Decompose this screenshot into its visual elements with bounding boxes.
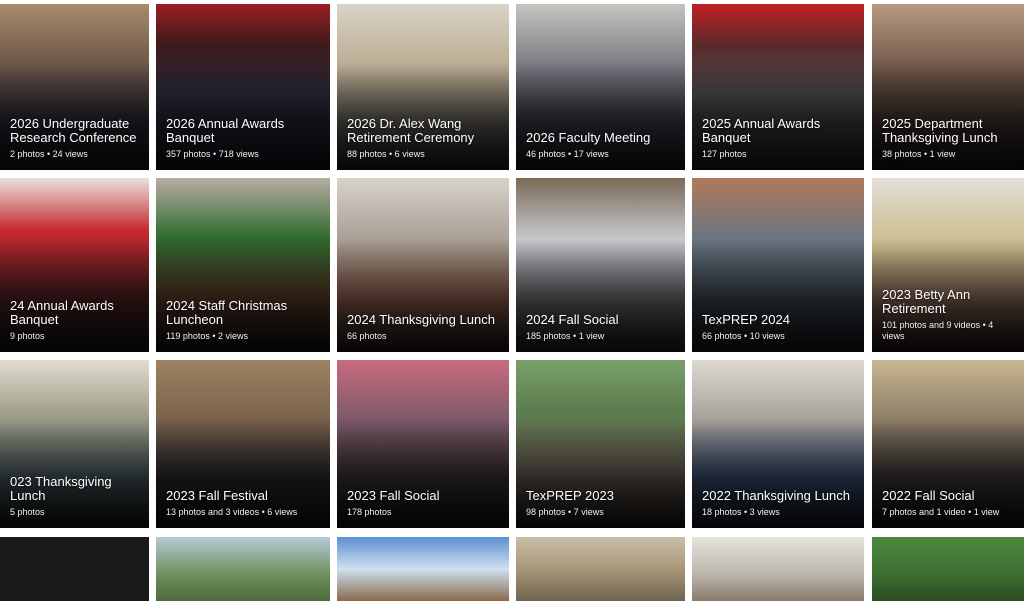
- album-title: 2022 Thanksgiving Lunch: [702, 488, 850, 503]
- album-tile[interactable]: TexPREP 2023 98 photos • 7 views: [516, 360, 685, 528]
- album-caption: 2022 Fall Social 7 photos and 1 video • …: [882, 489, 1018, 518]
- album-tile[interactable]: 2023 Betty Ann Retirement 101 photos and…: [872, 178, 1024, 352]
- album-title: TexPREP 2023: [526, 488, 614, 503]
- album-stats: 7 photos and 1 video • 1 view: [882, 507, 1000, 517]
- album-tile[interactable]: [692, 537, 864, 601]
- album-title: 2024 Staff Christmas Luncheon: [166, 298, 288, 327]
- album-tile[interactable]: 24 Annual Awards Banquet 9 photos: [0, 178, 149, 352]
- album-caption: 2026 Dr. Alex Wang Retirement Ceremony 8…: [347, 117, 503, 160]
- album-title: 2026 Undergraduate Research Conference: [10, 116, 137, 145]
- album-title: 2026 Annual Awards Banquet: [166, 116, 285, 145]
- album-tile[interactable]: 2022 Thanksgiving Lunch 18 photos • 3 vi…: [692, 360, 864, 528]
- album-tile[interactable]: 2025 Annual Awards Banquet 127 photos: [692, 4, 864, 170]
- album-stats: 178 photos: [347, 507, 392, 517]
- album-stats: 101 photos and 9 videos • 4 views: [882, 320, 994, 341]
- album-tile[interactable]: 2024 Staff Christmas Luncheon 119 photos…: [156, 178, 330, 352]
- album-title: 023 Thanksgiving Lunch: [10, 474, 112, 503]
- album-title: 2024 Fall Social: [526, 312, 619, 327]
- album-tile[interactable]: 2023 Fall Social 178 photos: [337, 360, 509, 528]
- album-title: 2023 Fall Social: [347, 488, 440, 503]
- album-title: 2022 Fall Social: [882, 488, 975, 503]
- album-tile[interactable]: 023 Thanksgiving Lunch 5 photos: [0, 360, 149, 528]
- album-stats: 119 photos • 2 views: [166, 331, 249, 341]
- album-title: 2026 Dr. Alex Wang Retirement Ceremony: [347, 116, 475, 145]
- album-tile[interactable]: TexPREP 2024 66 photos • 10 views: [692, 178, 864, 352]
- album-grid: 2026 Undergraduate Research Conference 2…: [0, 0, 1024, 601]
- album-cover-photo: [156, 537, 330, 601]
- album-stats: 9 photos: [10, 331, 45, 341]
- album-caption: 2024 Thanksgiving Lunch 66 photos: [347, 313, 503, 342]
- album-caption: 2026 Faculty Meeting 46 photos • 17 view…: [526, 131, 679, 160]
- album-stats: 88 photos • 6 views: [347, 149, 425, 159]
- album-caption: 2023 Betty Ann Retirement 101 photos and…: [882, 288, 1018, 342]
- album-stats: 5 photos: [10, 507, 45, 517]
- album-caption: 2026 Annual Awards Banquet 357 photos • …: [166, 117, 324, 160]
- album-caption: 2022 Thanksgiving Lunch 18 photos • 3 vi…: [702, 489, 858, 518]
- album-caption: 023 Thanksgiving Lunch 5 photos: [10, 475, 143, 518]
- album-stats: 38 photos • 1 view: [882, 149, 956, 159]
- album-title: 2025 Department Thanksgiving Lunch: [882, 116, 998, 145]
- album-caption: 2024 Staff Christmas Luncheon 119 photos…: [166, 299, 324, 342]
- album-caption: 2025 Annual Awards Banquet 127 photos: [702, 117, 858, 160]
- album-cover-photo: [692, 537, 864, 601]
- album-tile[interactable]: [337, 537, 509, 601]
- album-tile[interactable]: 2022 Fall Social 7 photos and 1 video • …: [872, 360, 1024, 528]
- album-title: TexPREP 2024: [702, 312, 790, 327]
- album-stats: 18 photos • 3 views: [702, 507, 780, 517]
- album-tile[interactable]: 2026 Faculty Meeting 46 photos • 17 view…: [516, 4, 685, 170]
- album-tile[interactable]: 2024 Fall Social 185 photos • 1 view: [516, 178, 685, 352]
- album-tile[interactable]: [0, 537, 149, 601]
- album-title: 24 Annual Awards Banquet: [10, 298, 114, 327]
- album-stats: 66 photos • 10 views: [702, 331, 785, 341]
- album-caption: 2026 Undergraduate Research Conference 2…: [10, 117, 143, 160]
- album-stats: 13 photos and 3 videos • 6 views: [166, 507, 298, 517]
- album-stats: 127 photos: [702, 149, 747, 159]
- album-title: 2025 Annual Awards Banquet: [702, 116, 821, 145]
- album-stats: 2 photos • 24 views: [10, 149, 88, 159]
- album-cover-photo: [516, 537, 685, 601]
- album-tile[interactable]: 2026 Annual Awards Banquet 357 photos • …: [156, 4, 330, 170]
- album-stats: 357 photos • 718 views: [166, 149, 259, 159]
- album-title: 2023 Fall Festival: [166, 488, 268, 503]
- album-title: 2023 Betty Ann Retirement: [882, 287, 971, 316]
- album-title: 2026 Faculty Meeting: [526, 130, 651, 145]
- album-caption: 2023 Fall Social 178 photos: [347, 489, 503, 518]
- album-caption: 24 Annual Awards Banquet 9 photos: [10, 299, 143, 342]
- album-stats: 66 photos: [347, 331, 387, 341]
- album-tile[interactable]: 2025 Department Thanksgiving Lunch 38 ph…: [872, 4, 1024, 170]
- album-tile[interactable]: 2023 Fall Festival 13 photos and 3 video…: [156, 360, 330, 528]
- album-stats: 185 photos • 1 view: [526, 331, 605, 341]
- album-tile[interactable]: [156, 537, 330, 601]
- album-tile[interactable]: [516, 537, 685, 601]
- album-title: 2024 Thanksgiving Lunch: [347, 312, 495, 327]
- album-caption: 2024 Fall Social 185 photos • 1 view: [526, 313, 679, 342]
- album-tile[interactable]: 2026 Dr. Alex Wang Retirement Ceremony 8…: [337, 4, 509, 170]
- album-caption: 2025 Department Thanksgiving Lunch 38 ph…: [882, 117, 1018, 160]
- album-stats: 46 photos • 17 views: [526, 149, 609, 159]
- album-caption: 2023 Fall Festival 13 photos and 3 video…: [166, 489, 324, 518]
- album-tile[interactable]: 2024 Thanksgiving Lunch 66 photos: [337, 178, 509, 352]
- album-caption: TexPREP 2023 98 photos • 7 views: [526, 489, 679, 518]
- album-tile[interactable]: [872, 537, 1024, 601]
- album-cover-photo: [872, 537, 1024, 601]
- album-caption: TexPREP 2024 66 photos • 10 views: [702, 313, 858, 342]
- album-stats: 98 photos • 7 views: [526, 507, 604, 517]
- album-cover-photo: [337, 537, 509, 601]
- album-tile[interactable]: 2026 Undergraduate Research Conference 2…: [0, 4, 149, 170]
- album-cover-photo: [0, 537, 149, 601]
